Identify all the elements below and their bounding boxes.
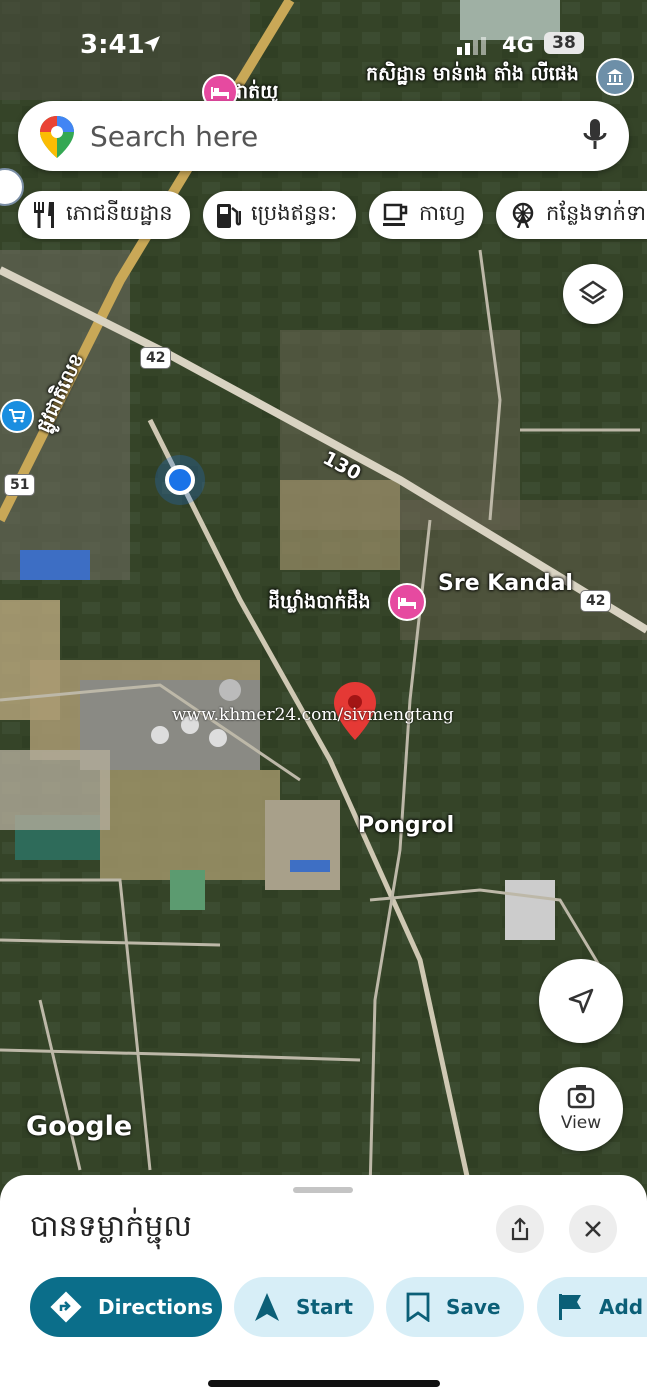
bed-icon <box>398 597 416 609</box>
search-input[interactable]: Search here <box>90 120 258 153</box>
road-shield-42-top: 42 <box>140 347 172 369</box>
bottom-sheet[interactable]: បានទម្លាក់ម្ជុល Directions Start Save Ad… <box>0 1175 647 1400</box>
road-shield-42-right: 42 <box>580 590 612 612</box>
place-title: បានទម្លាក់ម្ជុល <box>30 1209 192 1244</box>
bank-marker-icon[interactable] <box>596 58 634 96</box>
share-icon <box>511 1217 529 1241</box>
close-icon <box>585 1221 601 1237</box>
watermark: www.khmer24.com/sivmengtang <box>172 705 454 725</box>
cellular-signal-icon <box>457 37 486 55</box>
my-location-button[interactable] <box>539 959 623 1043</box>
cart-icon <box>9 409 25 423</box>
map-label-sre-kandal[interactable]: Sre Kandal <box>438 571 573 596</box>
battery-indicator: 38 <box>544 32 584 54</box>
view-label: View <box>560 1113 602 1133</box>
chip-label: កាហ្វេ <box>419 200 466 225</box>
bookmark-icon <box>406 1292 430 1322</box>
navigation-arrow-icon <box>568 988 594 1014</box>
chip-label: ភោជនីយដ្ឋាន <box>66 200 173 225</box>
status-bar: 3:41 4G 38 <box>0 22 647 66</box>
restaurant-icon <box>34 202 54 228</box>
google-maps-logo-icon <box>40 116 74 158</box>
add-label-button[interactable]: Add <box>537 1277 647 1337</box>
layers-button[interactable] <box>563 264 623 324</box>
google-logo: Google <box>26 1111 133 1142</box>
start-button[interactable]: Start <box>234 1277 374 1337</box>
gas-station-icon <box>217 204 241 228</box>
chip-attractions[interactable]: កន្លែងទាក់ទាញ <box>496 191 647 239</box>
save-label: Save <box>446 1295 501 1319</box>
attraction-icon <box>512 202 534 228</box>
chip-label: កន្លែងទាក់ទាញ <box>546 200 647 225</box>
layers-icon <box>578 280 608 305</box>
start-label: Start <box>296 1295 353 1319</box>
map-view[interactable]: 3:41 4G 38 ផាត់យូ កសិដ្ឋាន មាន់ពង តាំង ល… <box>0 0 647 1190</box>
location-services-icon <box>144 36 160 52</box>
microphone-icon[interactable] <box>583 119 607 153</box>
map-label-pongrol[interactable]: Pongrol <box>358 813 454 838</box>
chip-coffee[interactable]: កាហ្វេ <box>369 191 483 239</box>
current-location-dot <box>165 465 195 495</box>
status-time: 3:41 <box>80 30 145 60</box>
map-label-farm[interactable]: កសិដ្ឋាន មាន់ពង តាំង លីផេង <box>366 62 579 90</box>
chip-label: ប្រេងឥន្ធនៈ <box>251 200 337 225</box>
share-button[interactable] <box>496 1205 544 1253</box>
map-label-hotel[interactable]: ដីឃ្លាំងបាក់ដឹង <box>268 590 371 618</box>
building-icon <box>607 69 623 85</box>
chip-gas[interactable]: ប្រេងឥន្ធនៈ <box>203 191 356 239</box>
shopping-cart-marker-icon[interactable] <box>0 399 34 433</box>
sheet-drag-handle[interactable] <box>293 1187 353 1193</box>
camera-view-icon <box>567 1085 595 1109</box>
road-shield-51: 51 <box>4 474 36 496</box>
network-type: 4G <box>502 33 534 57</box>
hotel-marker-icon[interactable] <box>388 583 426 621</box>
bed-icon <box>211 87 229 99</box>
flag-icon <box>559 1294 581 1320</box>
navigation-arrow-icon <box>255 1293 279 1321</box>
save-button[interactable]: Save <box>386 1277 524 1337</box>
directions-icon <box>50 1291 82 1323</box>
directions-button[interactable]: Directions <box>30 1277 222 1337</box>
search-bar[interactable]: Search here <box>18 101 629 171</box>
home-indicator[interactable] <box>208 1380 440 1387</box>
add-label: Add <box>599 1295 644 1319</box>
street-view-button[interactable]: View <box>539 1067 623 1151</box>
close-button[interactable] <box>569 1205 617 1253</box>
chip-restaurants[interactable]: ភោជនីយដ្ឋាន <box>18 191 190 239</box>
coffee-icon <box>383 203 408 226</box>
directions-label: Directions <box>98 1295 214 1319</box>
